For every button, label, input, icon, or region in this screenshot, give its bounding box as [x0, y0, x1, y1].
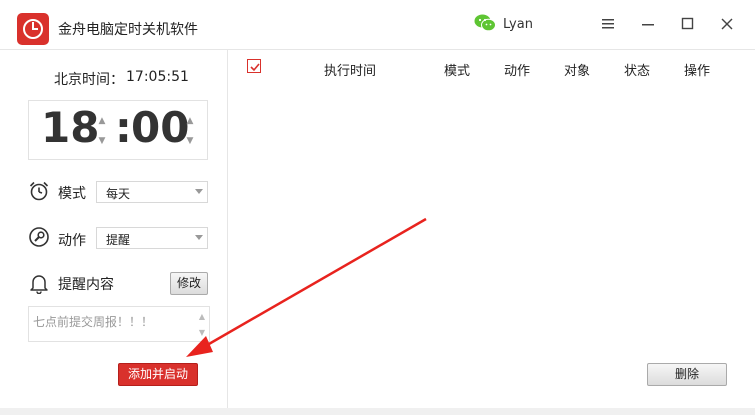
action-select[interactable]: 提醒 — [96, 227, 208, 249]
hour-stepper[interactable]: ▲ ▼ — [95, 111, 109, 151]
column-header-operation: 操作 — [684, 64, 711, 79]
left-panel: 北京时间： 17:05:51 18 ▲ ▼ : 00 ▲ ▼ 模式 每天 动作 … — [8, 50, 228, 408]
action-select-value: 提醒 — [106, 233, 131, 247]
modify-button[interactable]: 修改 — [170, 272, 208, 295]
action-label: 动作 — [58, 233, 86, 249]
column-header-action: 动作 — [504, 64, 531, 79]
content-scrollbar[interactable]: ▲ ▼ — [197, 309, 207, 341]
hour-up-arrow-icon[interactable]: ▲ — [95, 111, 109, 131]
column-header-target: 对象 — [564, 64, 591, 79]
time-separator: : — [115, 103, 132, 152]
close-icon — [721, 18, 733, 30]
time-picker: 18 ▲ ▼ : 00 ▲ ▼ — [28, 100, 208, 160]
app-window: 金舟电脑定时关机软件 Lyan 北京时间： 17:05:51 18 ▲ ▼: … — [0, 0, 755, 415]
table-header: 执行时间 模式 动作 对象 状态 操作 — [232, 50, 747, 84]
title-bar: 金舟电脑定时关机软件 Lyan — [0, 0, 755, 50]
mode-select[interactable]: 每天 — [96, 181, 208, 203]
scroll-up-icon[interactable]: ▲ — [197, 309, 207, 325]
checkmark-icon — [250, 63, 260, 72]
minute-value[interactable]: 00 — [131, 103, 189, 152]
delete-button[interactable]: 删除 — [647, 363, 727, 386]
chevron-down-icon — [195, 189, 203, 194]
task-table-panel: 执行时间 模式 动作 对象 状态 操作 删除 — [232, 50, 747, 408]
mode-label: 模式 — [58, 186, 86, 202]
minute-stepper[interactable]: ▲ ▼ — [183, 111, 197, 151]
maximize-button[interactable] — [676, 12, 700, 36]
app-logo-icon — [17, 13, 49, 45]
user-name[interactable]: Lyan — [503, 17, 533, 32]
reminder-content-input[interactable]: 七点前提交周报！！！ ▲ ▼ — [28, 306, 210, 342]
scroll-down-icon[interactable]: ▼ — [197, 325, 207, 341]
minimize-button[interactable] — [636, 12, 660, 36]
alarm-clock-icon — [29, 181, 49, 201]
hour-value[interactable]: 18 — [41, 103, 99, 152]
minute-up-arrow-icon[interactable]: ▲ — [183, 111, 197, 131]
column-header-status: 状态 — [624, 64, 651, 79]
select-all-checkbox[interactable] — [247, 59, 261, 73]
wrench-icon — [29, 227, 49, 247]
content-label: 提醒内容 — [58, 277, 114, 293]
add-and-start-button[interactable]: 添加并启动 — [118, 363, 198, 386]
minimize-icon — [642, 24, 654, 26]
chevron-down-icon — [195, 235, 203, 240]
reminder-content-text: 七点前提交周报！！！ — [33, 315, 154, 329]
window-bottom-edge — [0, 408, 755, 415]
maximize-icon — [681, 17, 694, 30]
bell-icon — [30, 275, 48, 294]
hamburger-icon — [602, 19, 614, 29]
close-button[interactable] — [715, 12, 739, 36]
wechat-icon — [474, 14, 496, 32]
beijing-time-label: 北京时间： — [54, 72, 124, 88]
menu-button[interactable] — [596, 12, 620, 36]
mode-select-value: 每天 — [106, 187, 131, 201]
beijing-time-value: 17:05:51 — [126, 69, 189, 85]
column-header-exec-time: 执行时间 — [324, 64, 377, 79]
minute-down-arrow-icon[interactable]: ▼ — [183, 131, 197, 151]
app-title: 金舟电脑定时关机软件 — [58, 22, 198, 38]
column-header-mode: 模式 — [444, 64, 471, 79]
hour-down-arrow-icon[interactable]: ▼ — [95, 131, 109, 151]
